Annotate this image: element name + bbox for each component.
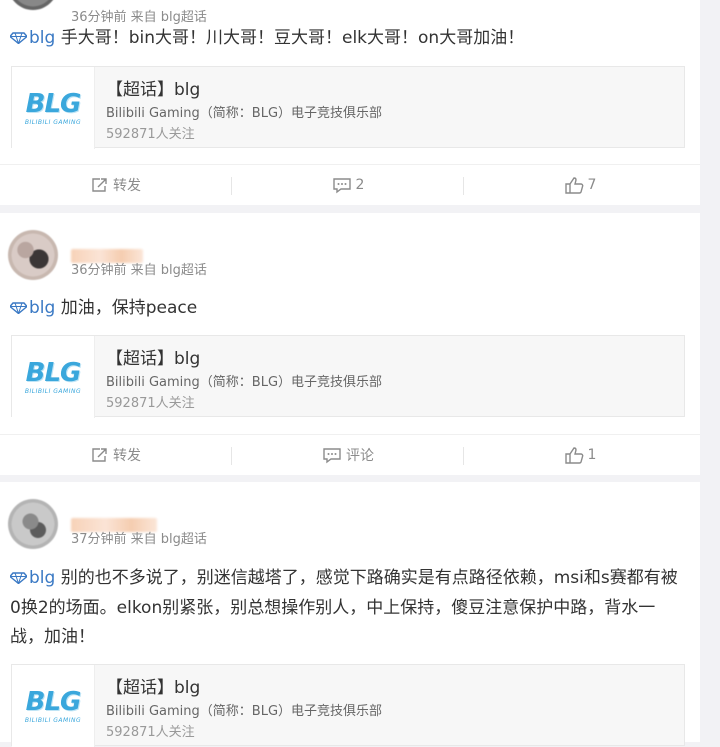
- comment-button[interactable]: 2: [232, 165, 464, 205]
- like-button[interactable]: 1: [464, 435, 696, 475]
- post-header: 36分钟前 来自 blg超话: [8, 0, 508, 25]
- like-button[interactable]: 7: [464, 165, 696, 205]
- repost-label: 转发: [113, 178, 141, 194]
- like-count: 7: [587, 177, 597, 193]
- repost-button[interactable]: 转发: [0, 165, 232, 205]
- comment-icon: [332, 177, 351, 193]
- diamond-icon: [9, 26, 28, 52]
- logo-subtext: BILIBILI GAMING: [24, 119, 82, 126]
- topic-tag-link[interactable]: blg: [29, 568, 55, 588]
- diamond-icon: [9, 296, 28, 322]
- thumbs-up-icon: [564, 447, 583, 464]
- topic-followers: 592871人关注: [106, 127, 195, 142]
- post-header: 37分钟前 来自 blg超话: [8, 499, 508, 559]
- topic-title[interactable]: 【超话】blg: [106, 75, 200, 100]
- thumbs-up-icon: [564, 177, 583, 194]
- repost-icon: [92, 178, 107, 192]
- action-bar: 转发 2 7: [0, 164, 700, 205]
- logo-subtext: BILIBILI GAMING: [24, 388, 82, 395]
- avatar[interactable]: [8, 230, 58, 280]
- comment-label: 评论: [346, 448, 374, 464]
- topic-card[interactable]: BLG BILIBILI GAMING 【超话】blg Bilibili Gam…: [11, 664, 685, 747]
- post-card: 36分钟前 来自 blg超话 blg 加油，保持peace BLG BILIBI…: [0, 213, 700, 475]
- logo-subtext: BILIBILI GAMING: [24, 717, 82, 724]
- topic-description: Bilibili Gaming（简称：BLG）电子竞技俱乐部: [106, 704, 383, 719]
- post-header: 36分钟前 来自 blg超话: [8, 230, 508, 290]
- post-body: 加油，保持peace: [55, 298, 198, 318]
- topic-description: Bilibili Gaming（简称：BLG）电子竞技俱乐部: [106, 106, 383, 121]
- post-meta: 36分钟前 来自 blg超话: [71, 263, 207, 278]
- post-meta: 37分钟前 来自 blg超话: [71, 532, 207, 547]
- post-body: 手大哥！bin大哥！川大哥！豆大哥！elk大哥！on大哥加油！: [55, 28, 525, 48]
- topic-title[interactable]: 【超话】blg: [106, 673, 200, 698]
- topic-followers: 592871人关注: [106, 396, 195, 411]
- post-text: blg 别的也不多说了，别迷信越塔了，感觉下路确实是有点路径依赖，msi和s赛都…: [9, 564, 680, 652]
- topic-followers: 592871人关注: [106, 725, 195, 740]
- post-meta: 36分钟前 来自 blg超话: [71, 10, 207, 25]
- topic-card[interactable]: BLG BILIBILI GAMING 【超话】blg Bilibili Gam…: [11, 66, 685, 149]
- like-count: 1: [587, 447, 597, 463]
- logo-text: BLG: [25, 358, 82, 388]
- logo-text: BLG: [25, 89, 82, 119]
- repost-button[interactable]: 转发: [0, 435, 232, 475]
- comment-count: 2: [355, 177, 365, 193]
- topic-tag-link[interactable]: blg: [29, 28, 55, 48]
- comment-icon: [323, 447, 341, 463]
- topic-description: Bilibili Gaming（简称：BLG）电子竞技俱乐部: [106, 375, 383, 390]
- avatar[interactable]: [8, 0, 58, 10]
- repost-label: 转发: [113, 448, 141, 464]
- avatar[interactable]: [8, 499, 58, 549]
- topic-tag-link[interactable]: blg: [29, 298, 55, 318]
- action-bar: 转发 评论 1: [0, 434, 700, 475]
- post-text: blg 手大哥！bin大哥！川大哥！豆大哥！elk大哥！on大哥加油！: [9, 25, 680, 52]
- scrollbar[interactable]: [700, 0, 720, 735]
- post-card: 37分钟前 来自 blg超话 blg 别的也不多说了，别迷信越塔了，感觉下路确实…: [0, 482, 700, 747]
- post-body: 别的也不多说了，别迷信越塔了，感觉下路确实是有点路径依赖，msi和s赛都有被0换…: [10, 568, 678, 647]
- repost-icon: [92, 448, 107, 462]
- blg-logo: BLG BILIBILI GAMING: [12, 336, 95, 418]
- topic-title[interactable]: 【超话】blg: [106, 344, 200, 369]
- logo-text: BLG: [25, 687, 82, 717]
- diamond-icon: [9, 565, 28, 594]
- post-card: 36分钟前 来自 blg超话 blg 手大哥！bin大哥！川大哥！豆大哥！elk…: [0, 0, 700, 205]
- blg-logo: BLG BILIBILI GAMING: [12, 67, 95, 149]
- comment-button[interactable]: 评论: [232, 435, 464, 475]
- topic-card[interactable]: BLG BILIBILI GAMING 【超话】blg Bilibili Gam…: [11, 335, 685, 418]
- post-text: blg 加油，保持peace: [9, 295, 680, 322]
